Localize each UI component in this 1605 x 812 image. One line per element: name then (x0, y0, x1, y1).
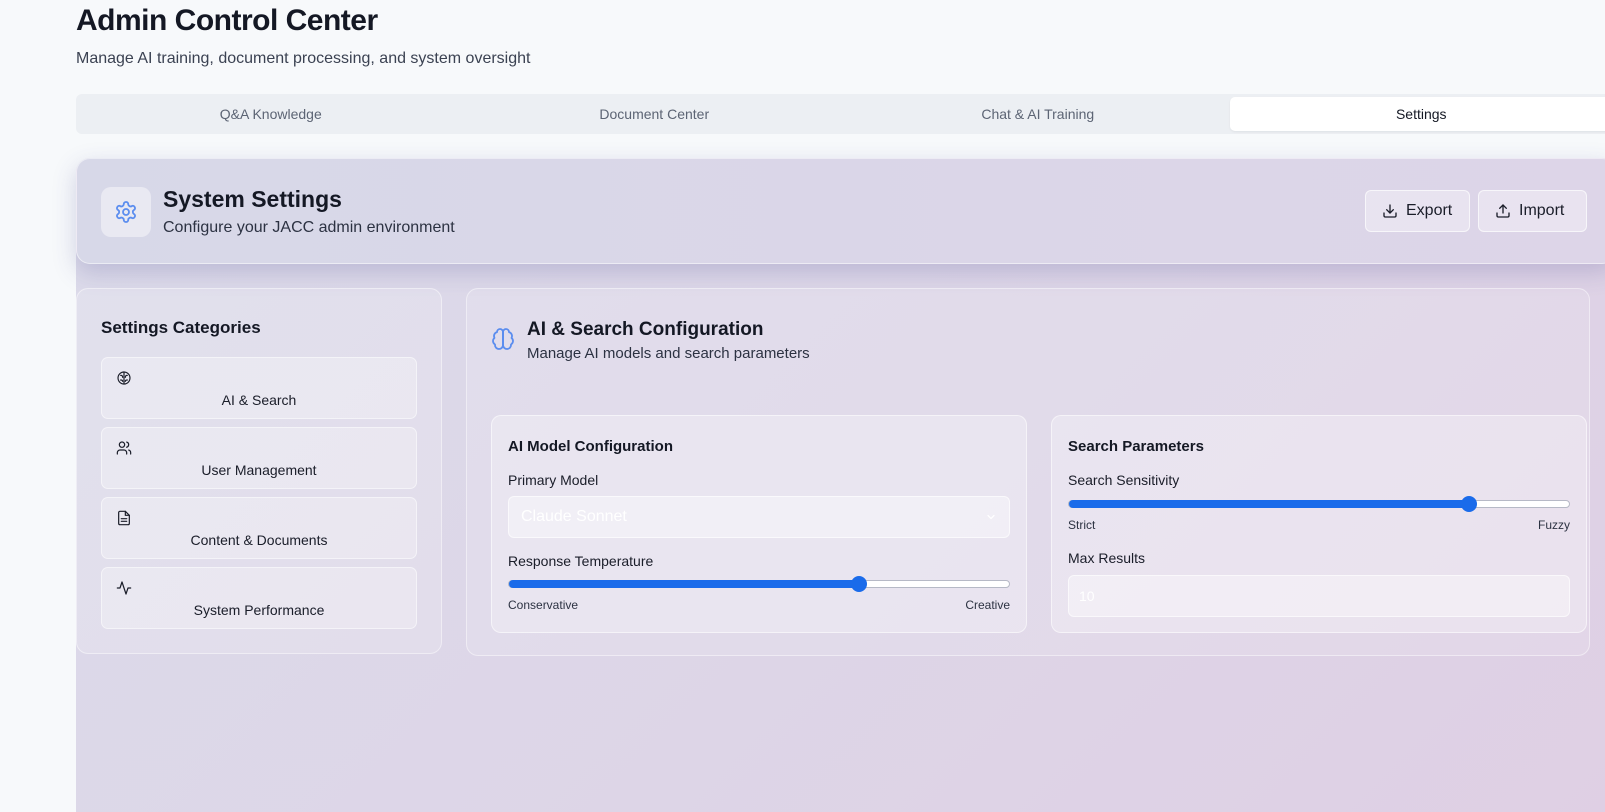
settings-title: System Settings (163, 186, 342, 212)
temperature-max-label: Creative (965, 598, 1010, 612)
settings-header: System Settings Configure your JACC admi… (76, 158, 1605, 264)
sensitivity-max-label: Fuzzy (1537, 518, 1570, 532)
primary-model-label: Primary Model (508, 472, 599, 488)
file-text-icon (118, 510, 130, 526)
gear-icon (101, 187, 151, 237)
users-icon (116, 441, 132, 455)
category-user-management[interactable]: User Management (101, 427, 417, 489)
primary-model-select[interactable]: Claude Sonnet (508, 496, 1010, 538)
activity-icon (116, 581, 132, 595)
chevron-down-icon (987, 514, 995, 520)
category-label: User Management (201, 462, 317, 478)
category-label: System Performance (193, 602, 325, 618)
max-results-input[interactable]: 10 (1068, 575, 1570, 617)
card-title: Search Parameters (1068, 438, 1204, 455)
search-parameters-card: Search Parameters Search Sensitivity Str… (1051, 415, 1587, 633)
temperature-slider[interactable] (508, 576, 1010, 592)
brain-icon (492, 328, 514, 350)
config-subtitle: Manage AI models and search parameters (527, 345, 810, 362)
slider-thumb[interactable] (1461, 496, 1477, 512)
config-title: AI & Search Configuration (527, 319, 764, 340)
sensitivity-label: Search Sensitivity (1068, 472, 1180, 488)
upload-icon (1496, 204, 1510, 218)
download-icon (1383, 204, 1397, 218)
export-button[interactable]: Export (1365, 190, 1470, 232)
temperature-min-label: Conservative (508, 598, 579, 612)
ai-model-card: AI Model Configuration Primary Model Cla… (491, 415, 1027, 633)
max-results-label: Max Results (1068, 550, 1146, 566)
ai-search-config-panel: AI & Search Configuration Manage AI mode… (466, 288, 1590, 656)
categories-title: Settings Categories (101, 318, 261, 337)
temperature-label: Response Temperature (508, 553, 654, 569)
primary-model-value: Claude Sonnet (521, 508, 627, 525)
category-system-performance[interactable]: System Performance (101, 567, 417, 629)
tab-chat-ai-training[interactable]: Chat & AI Training (846, 97, 1230, 131)
slider-thumb[interactable] (851, 576, 867, 592)
category-ai-search[interactable]: AI & Search (101, 357, 417, 419)
page-header: Admin Control Center Manage AI training,… (76, 4, 530, 68)
tab-settings[interactable]: Settings (1229, 97, 1605, 131)
card-title: AI Model Configuration (508, 438, 673, 455)
tab-document-center[interactable]: Document Center (463, 97, 847, 131)
settings-categories-panel: Settings Categories AI & Search User Man… (76, 288, 442, 654)
import-button[interactable]: Import (1478, 190, 1587, 232)
tab-bar: Q&A Knowledge Document Center Chat & AI … (76, 94, 1605, 134)
sensitivity-min-label: Strict (1068, 518, 1096, 532)
tab-qa-knowledge[interactable]: Q&A Knowledge (79, 97, 463, 131)
export-label: Export (1406, 202, 1453, 219)
max-results-value: 10 (1079, 588, 1095, 604)
category-label: AI & Search (221, 392, 297, 408)
page-subtitle: Manage AI training, document processing,… (76, 50, 531, 67)
category-label: Content & Documents (190, 532, 328, 548)
slider-fill (1069, 500, 1469, 508)
import-label: Import (1519, 202, 1565, 219)
page-title: Admin Control Center (76, 4, 378, 37)
slider-fill (509, 580, 859, 588)
settings-subtitle: Configure your JACC admin environment (163, 219, 455, 236)
sensitivity-slider[interactable] (1068, 496, 1570, 512)
brain-icon (117, 371, 131, 385)
category-content-documents[interactable]: Content & Documents (101, 497, 417, 559)
